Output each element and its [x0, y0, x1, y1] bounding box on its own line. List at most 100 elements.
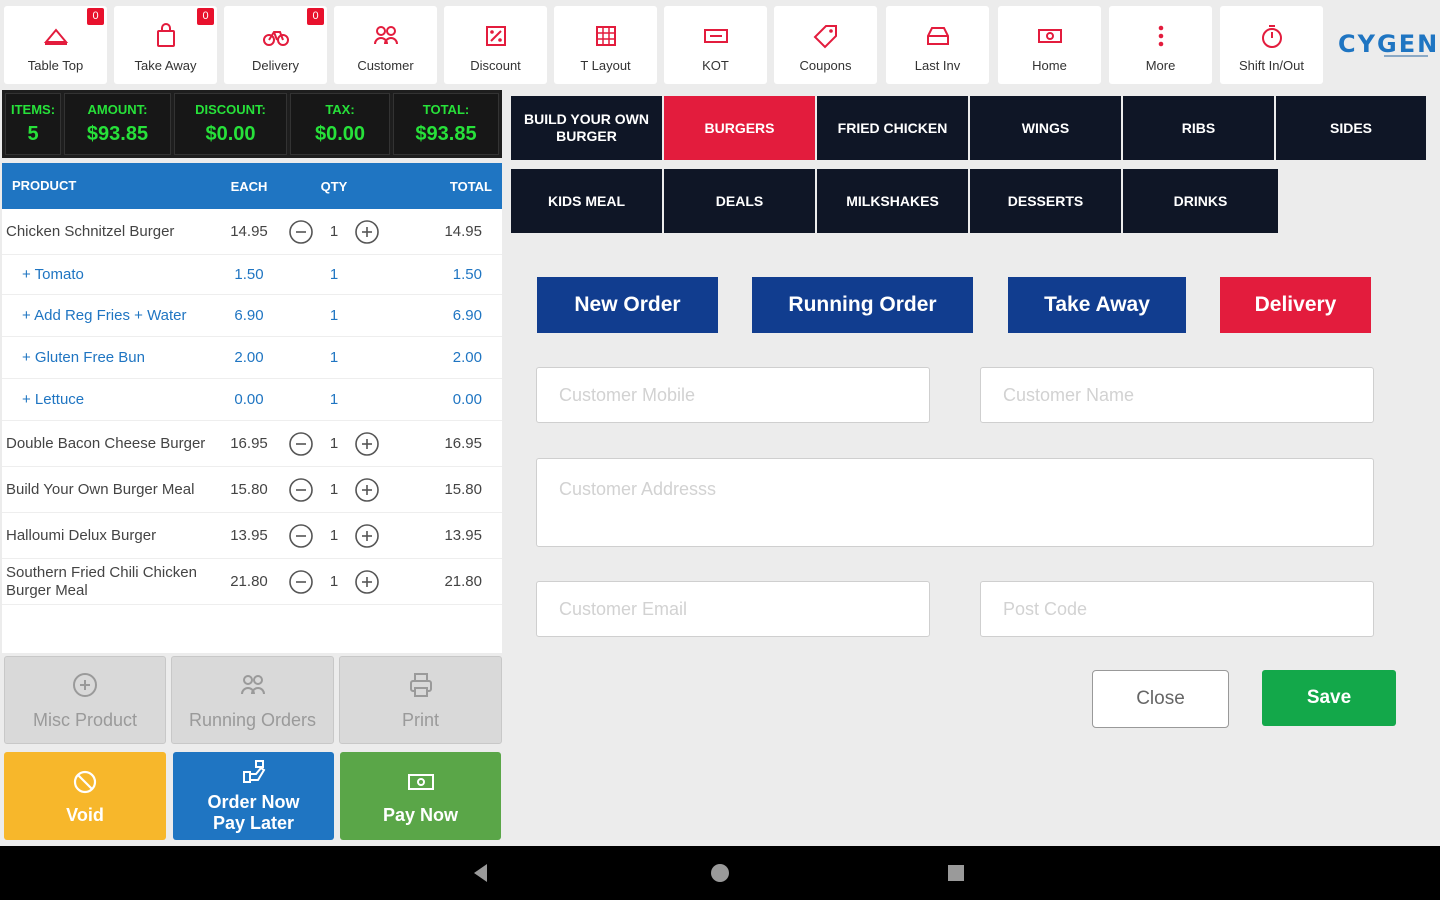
category-milkshakes[interactable]: MILKSHAKES: [817, 169, 968, 233]
table-row[interactable]: Double Bacon Cheese Burger 16.95 1 16.95: [2, 421, 502, 467]
close-button[interactable]: Close: [1092, 670, 1229, 728]
home-button[interactable]: Home: [998, 6, 1101, 84]
recents-icon[interactable]: [942, 859, 970, 887]
each-header: EACH: [230, 178, 268, 194]
category-drinks[interactable]: DRINKS: [1123, 169, 1278, 233]
misc-product-button[interactable]: Misc Product: [4, 656, 166, 744]
category-ribs[interactable]: RIBS: [1123, 96, 1274, 160]
plus-icon[interactable]: [354, 523, 380, 549]
qty-header: QTY: [320, 178, 348, 194]
pay-now-button[interactable]: Pay Now: [340, 752, 501, 840]
plus-icon[interactable]: [354, 219, 380, 245]
pay-later-label: Pay Later: [212, 813, 295, 833]
void-button[interactable]: Void: [4, 752, 166, 840]
category-sides[interactable]: SIDES: [1276, 96, 1426, 160]
print-button[interactable]: Print: [339, 656, 502, 744]
customer-name-field[interactable]: [980, 367, 1374, 423]
shift-button[interactable]: Shift In/Out: [1220, 6, 1323, 84]
plus-icon[interactable]: [354, 431, 380, 457]
ban-icon: [73, 770, 97, 793]
discount-summary-label: DISCOUNT:: [195, 102, 266, 117]
each-price: 13.95: [230, 527, 268, 544]
minus-icon[interactable]: [288, 569, 314, 595]
minus-icon[interactable]: [288, 523, 314, 549]
category-burgers[interactable]: BURGERS: [664, 96, 815, 160]
customer-email-field[interactable]: [536, 581, 930, 637]
quantity-value: 1: [329, 481, 339, 498]
coupons-button[interactable]: Coupons: [774, 6, 877, 84]
delivery-button[interactable]: 0 Delivery: [224, 6, 327, 84]
plus-icon[interactable]: [354, 477, 380, 503]
back-icon[interactable]: [467, 859, 495, 887]
category-fried-chicken[interactable]: FRIED CHICKEN: [817, 96, 968, 160]
line-total: 14.95: [444, 223, 482, 240]
category-wings[interactable]: WINGS: [970, 96, 1121, 160]
minus-icon[interactable]: [288, 477, 314, 503]
plus-circle-icon: [73, 672, 97, 697]
modifier-row[interactable]: + Tomato 1.50 1 1.50: [2, 255, 502, 295]
order-summary: ITEMS: 5 AMOUNT: $93.85 DISCOUNT: $0.00 …: [2, 90, 502, 158]
modifier-name: + Tomato: [22, 265, 84, 283]
line-total: 16.95: [444, 435, 482, 452]
cash-icon: [407, 773, 434, 790]
modifier-row[interactable]: + Gluten Free Bun 2.00 1 2.00: [2, 337, 502, 379]
home-label: Home: [1032, 57, 1067, 73]
take-away-button[interactable]: 0 Take Away: [114, 6, 217, 84]
line-total: 13.95: [444, 527, 482, 544]
kot-label: KOT: [702, 57, 729, 73]
order-table-header: PRODUCT EACH QTY TOTAL: [2, 163, 502, 209]
new-order-button[interactable]: New Order: [537, 277, 718, 333]
category-deals[interactable]: DEALS: [664, 169, 815, 233]
t-layout-label: T Layout: [580, 57, 631, 73]
amount-summary: AMOUNT: $93.85: [64, 93, 171, 155]
stopwatch-icon: [1261, 24, 1282, 48]
line-total: 2.00: [452, 349, 482, 366]
plus-icon[interactable]: [354, 569, 380, 595]
kot-button[interactable]: KOT: [664, 6, 767, 84]
delivery-order-button[interactable]: Delivery: [1220, 277, 1371, 333]
total-header: TOTAL: [449, 178, 492, 194]
table-row[interactable]: Chicken Schnitzel Burger 14.95 1 14.95: [2, 209, 502, 255]
modifier-row[interactable]: + Add Reg Fries + Water 6.90 1 6.90: [2, 295, 502, 337]
t-layout-button[interactable]: T Layout: [554, 6, 657, 84]
more-button[interactable]: More: [1109, 6, 1212, 84]
minus-icon[interactable]: [288, 431, 314, 457]
post-code-field[interactable]: [980, 581, 1374, 637]
category-kids-meal[interactable]: KIDS MEAL: [511, 169, 662, 233]
table-top-button[interactable]: 0 Table Top: [4, 6, 107, 84]
customer-button[interactable]: Customer: [334, 6, 437, 84]
take-away-order-button[interactable]: Take Away: [1008, 277, 1186, 333]
table-row[interactable]: Southern Fried Chili Chicken Burger Meal…: [2, 559, 502, 605]
category-desserts[interactable]: DESSERTS: [970, 169, 1121, 233]
customer-mobile-field[interactable]: [536, 367, 930, 423]
home-circle-icon[interactable]: [706, 859, 734, 887]
home-icon: [1037, 28, 1062, 43]
shopping-bag-icon: [156, 22, 175, 47]
delivery-badge: 0: [307, 8, 324, 25]
discount-summary: DISCOUNT: $0.00: [174, 93, 287, 155]
table-row[interactable]: Build Your Own Burger Meal 15.80 1 15.80: [2, 467, 502, 513]
modifier-row[interactable]: + Lettuce 0.00 1 0.00: [2, 379, 502, 421]
last-inv-button[interactable]: Last Inv: [886, 6, 989, 84]
line-total: 1.50: [452, 266, 482, 283]
running-order-button[interactable]: Running Order: [752, 277, 973, 333]
order-now-pay-later-button[interactable]: Order Now Pay Later: [173, 752, 334, 840]
category-build-your-own-burger[interactable]: BUILD YOUR OWN BURGER: [511, 96, 662, 160]
total-value: $93.85: [415, 123, 477, 145]
quantity-stepper: 1: [274, 569, 394, 595]
table-row[interactable]: Halloumi Delux Burger 13.95 1 13.95: [2, 513, 502, 559]
customers-icon: [373, 25, 398, 44]
each-price: 21.80: [230, 573, 268, 590]
each-price: 6.90: [234, 307, 264, 324]
minus-icon[interactable]: [288, 219, 314, 245]
table-top-label: Table Top: [27, 57, 84, 73]
running-orders-button[interactable]: Running Orders: [171, 656, 334, 744]
take-away-badge: 0: [197, 8, 214, 25]
quantity-value: 1: [329, 573, 339, 590]
void-label: Void: [66, 804, 104, 825]
modifier-name: + Gluten Free Bun: [22, 348, 145, 366]
discount-button[interactable]: Discount: [444, 6, 547, 84]
save-button[interactable]: Save: [1262, 670, 1396, 726]
customer-address-field[interactable]: [536, 458, 1374, 547]
quantity-value: 1: [329, 527, 339, 544]
